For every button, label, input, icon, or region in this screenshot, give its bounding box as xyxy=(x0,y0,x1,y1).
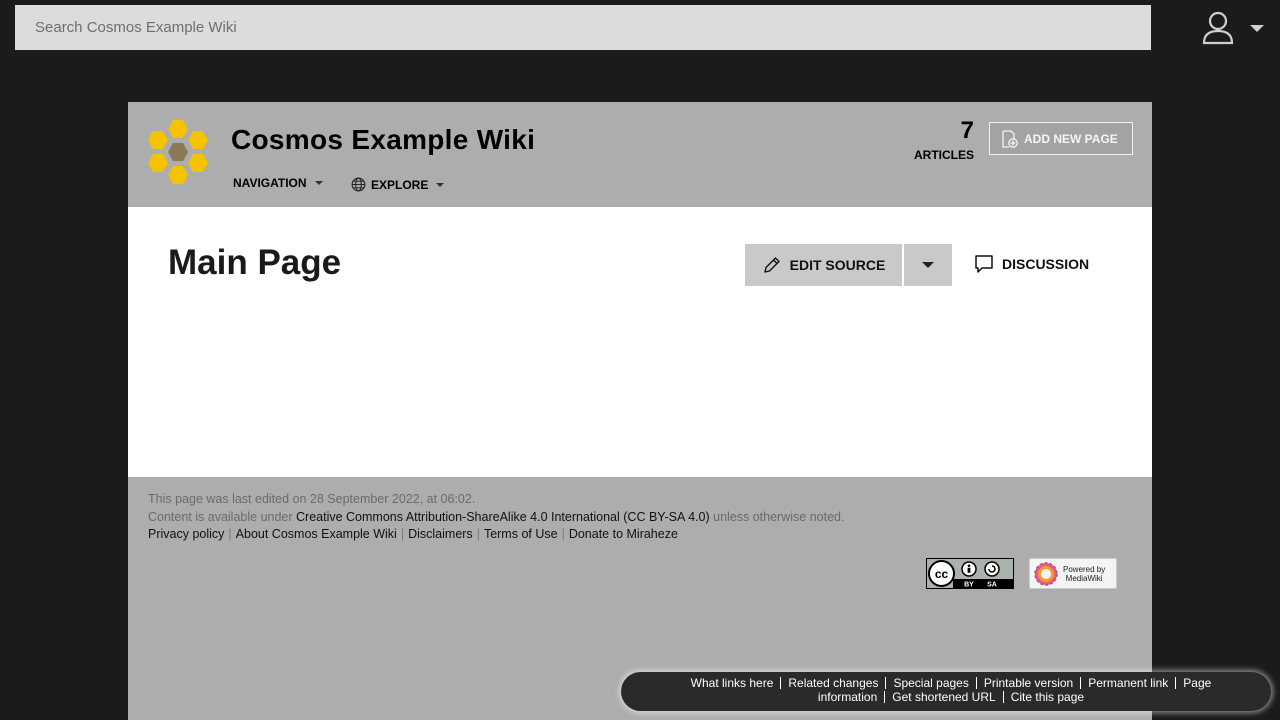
mediawiki-badge-line2: MediaWiki xyxy=(1065,573,1103,583)
search-input[interactable] xyxy=(15,5,1151,50)
cc-by-text: BY xyxy=(964,582,974,589)
permanent-link[interactable]: Permanent link xyxy=(1088,676,1168,690)
chevron-down-icon[interactable] xyxy=(1250,24,1264,32)
page-tools-bar: What links here Related changes Special pa… xyxy=(621,672,1271,711)
divider: | xyxy=(400,527,405,541)
add-new-page-label: ADD NEW PAGE xyxy=(1024,131,1118,146)
about-link[interactable]: About Cosmos Example Wiki xyxy=(236,527,397,541)
divider xyxy=(975,677,977,689)
navigation-dropdown[interactable]: NAVIGATION xyxy=(233,176,323,190)
license-prefix: Content is available under xyxy=(148,509,297,524)
privacy-policy-link[interactable]: Privacy policy xyxy=(148,527,224,541)
footer-links: Privacy policy | About Cosmos Example Wiki… xyxy=(148,526,1128,544)
user-menu[interactable] xyxy=(1200,10,1270,46)
divider xyxy=(1002,691,1004,703)
divider xyxy=(780,677,782,689)
cc-logo-icon: cc BY SA xyxy=(927,559,1013,588)
discussion-label: DISCUSSION xyxy=(1002,256,1090,272)
chevron-down-icon xyxy=(314,181,323,185)
footer: This page was last edited on 28 Septembe… xyxy=(148,491,1128,544)
article-count-label: ARTICLES xyxy=(914,148,974,162)
discussion-button[interactable]: DISCUSSION xyxy=(974,254,1089,274)
cite-this-page-link[interactable]: Cite this page xyxy=(1011,690,1084,704)
pencil-icon xyxy=(763,257,780,273)
add-page-icon xyxy=(1002,129,1018,148)
last-edited-text: This page was last edited on 28 Septembe… xyxy=(148,492,476,506)
license-text: Content is available under Creative Comm… xyxy=(148,509,1128,527)
more-actions-button[interactable] xyxy=(904,244,952,286)
article-count[interactable]: 7 ARTICLES xyxy=(908,117,974,163)
add-new-page-button[interactable]: ADD NEW PAGE xyxy=(989,122,1133,155)
article-count-number: 7 xyxy=(960,117,974,144)
printable-version-link[interactable]: Printable version xyxy=(984,676,1073,690)
donate-link[interactable]: Donate to Miraheze xyxy=(569,527,678,541)
license-suffix: unless otherwise noted. xyxy=(709,509,845,524)
wiki-logo[interactable] xyxy=(148,120,214,190)
mediawiki-badge-text: Powered by MediaWiki xyxy=(1063,565,1105,583)
mediawiki-flower-icon xyxy=(1034,561,1058,586)
explore-label: EXPLORE xyxy=(371,177,429,192)
chevron-down-icon xyxy=(436,182,445,187)
disclaimers-link[interactable]: Disclaimers xyxy=(408,527,473,541)
top-bar xyxy=(0,0,1280,56)
divider xyxy=(885,677,887,689)
divider xyxy=(884,691,886,703)
chevron-down-icon xyxy=(922,262,934,268)
cc-sa-text: SA xyxy=(987,582,997,589)
related-changes-link[interactable]: Related changes xyxy=(788,676,878,690)
divider: | xyxy=(561,527,565,541)
wiki-header: Cosmos Example Wiki NAVIGATION EXPLORE 7… xyxy=(128,102,1152,207)
get-shortened-url-link[interactable]: Get shortened URL xyxy=(892,690,995,704)
terms-of-use-link[interactable]: Terms of Use xyxy=(484,527,558,541)
explore-dropdown[interactable]: EXPLORE xyxy=(351,177,445,192)
user-icon[interactable] xyxy=(1200,10,1236,46)
what-links-here-link[interactable]: What links here xyxy=(691,676,774,690)
edit-source-button[interactable]: EDIT SOURCE xyxy=(745,244,902,286)
page-title: Main Page xyxy=(168,243,342,282)
powered-by-mediawiki-badge[interactable]: Powered by MediaWiki xyxy=(1029,558,1117,589)
divider xyxy=(1175,677,1177,689)
divider xyxy=(1080,677,1082,689)
page-content: Main Page EDIT SOURCE DISCUSSION xyxy=(128,207,1152,477)
edit-actions: EDIT SOURCE xyxy=(745,244,952,286)
footer-badges: cc BY SA Powered by MediaWiki xyxy=(926,558,1117,589)
edit-source-label: EDIT SOURCE xyxy=(789,257,886,273)
divider: | xyxy=(228,527,232,541)
wiki-container: Cosmos Example Wiki NAVIGATION EXPLORE 7… xyxy=(128,102,1152,720)
divider: | xyxy=(476,527,480,541)
site-title[interactable]: Cosmos Example Wiki xyxy=(231,124,535,156)
svg-text:cc: cc xyxy=(935,567,949,581)
special-pages-link[interactable]: Special pages xyxy=(893,676,968,690)
search-box[interactable] xyxy=(15,5,1151,50)
mediawiki-badge-line1: Powered by xyxy=(1063,564,1106,574)
cc-by-sa-badge[interactable]: cc BY SA xyxy=(926,558,1014,589)
navigation-label: NAVIGATION xyxy=(233,176,307,190)
speech-bubble-icon xyxy=(975,255,993,273)
globe-icon xyxy=(351,177,366,192)
license-link[interactable]: Creative Commons Attribution-ShareAlike … xyxy=(296,510,710,524)
